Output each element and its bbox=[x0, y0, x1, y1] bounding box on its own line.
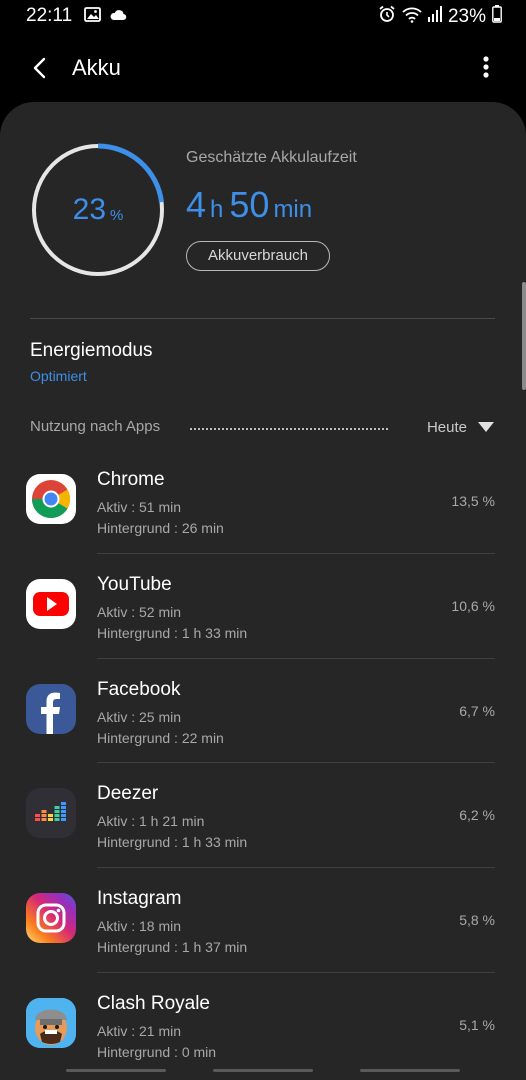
period-dropdown[interactable]: Heute bbox=[427, 415, 495, 439]
battery-level-text: 23 % bbox=[30, 142, 166, 278]
app-active-time: Aktiv : 25 min bbox=[97, 708, 182, 725]
page-title: Akku bbox=[72, 55, 121, 80]
youtube-icon bbox=[26, 578, 76, 629]
app-row-clash-royale[interactable]: Clash Royale Aktiv : 21 min Hintergrund … bbox=[0, 973, 526, 1078]
app-usage-list: Chrome Aktiv : 51 min Hintergrund : 26 m… bbox=[0, 449, 526, 1078]
app-bar: Akku bbox=[0, 40, 526, 96]
app-row-deezer[interactable]: Deezer Aktiv : 1 h 21 min Hintergrund : … bbox=[0, 763, 526, 869]
estimate-minutes-unit: min bbox=[273, 196, 313, 223]
signal-icon bbox=[427, 6, 442, 27]
status-time: 22:11 bbox=[26, 5, 73, 26]
image-icon bbox=[84, 6, 101, 28]
app-row-chrome[interactable]: Chrome Aktiv : 51 min Hintergrund : 26 m… bbox=[0, 449, 526, 554]
battery-usage-button[interactable]: Akkuverbrauch bbox=[186, 241, 330, 271]
energy-mode-title: Energiemodus bbox=[30, 340, 153, 361]
app-usage-percent: 13,5 % bbox=[451, 493, 495, 509]
divider bbox=[30, 318, 495, 319]
app-background-time: Hintergrund : 26 min bbox=[97, 520, 224, 536]
app-active-time: Aktiv : 21 min bbox=[97, 1022, 182, 1039]
battery-level-value: 23 bbox=[72, 193, 107, 226]
estimated-runtime: 4 h 50 min bbox=[186, 184, 312, 226]
app-row-facebook[interactable]: Facebook Aktiv : 25 min Hintergrund : 22… bbox=[0, 659, 526, 764]
app-active-time: Aktiv : 52 min bbox=[97, 603, 182, 620]
usage-header: Nutzung nach Apps Heute bbox=[30, 415, 495, 439]
usage-by-apps-label: Nutzung nach Apps bbox=[30, 418, 161, 435]
app-active-time: Aktiv : 18 min bbox=[97, 918, 182, 935]
app-name: Facebook bbox=[97, 678, 181, 700]
app-active-time: Aktiv : 51 min bbox=[97, 499, 182, 515]
app-background-time: Hintergrund : 1 h 33 min bbox=[97, 834, 248, 851]
nav-hint-line bbox=[360, 1069, 460, 1072]
app-row-youtube[interactable]: YouTube Aktiv : 52 min Hintergrund : 1 h… bbox=[0, 554, 526, 659]
app-background-time: Hintergrund : 22 min bbox=[97, 729, 224, 746]
chrome-icon bbox=[26, 474, 76, 524]
alarm-icon bbox=[378, 5, 396, 28]
app-usage-percent: 6,2 % bbox=[459, 807, 495, 824]
nav-hint-line bbox=[213, 1069, 313, 1072]
facebook-icon bbox=[26, 683, 76, 734]
energy-mode-value: Optimiert bbox=[30, 368, 87, 384]
app-background-time: Hintergrund : 1 h 33 min bbox=[97, 624, 248, 641]
navigation-hint-bar bbox=[0, 1066, 526, 1080]
battery-icon bbox=[492, 5, 502, 28]
instagram-icon bbox=[26, 893, 76, 944]
cloud-icon bbox=[109, 6, 127, 28]
app-background-time: Hintergrund : 1 h 37 min bbox=[97, 939, 248, 956]
estimate-label: Geschätzte Akkulaufzeit bbox=[186, 149, 357, 166]
battery-level-unit: % bbox=[110, 206, 124, 224]
wifi-icon bbox=[402, 6, 422, 28]
back-arrow-icon bbox=[33, 57, 46, 79]
app-name: Deezer bbox=[97, 783, 159, 805]
app-name: Instagram bbox=[97, 888, 182, 910]
more-options-button[interactable] bbox=[476, 52, 496, 84]
app-usage-percent: 5,8 % bbox=[459, 912, 495, 929]
scrollbar[interactable] bbox=[522, 282, 526, 390]
app-name: Clash Royale bbox=[97, 992, 210, 1014]
app-row-instagram[interactable]: Instagram Aktiv : 18 min Hintergrund : 1… bbox=[0, 868, 526, 973]
app-background-time: Hintergrund : 0 min bbox=[97, 1043, 217, 1060]
status-bar: 22:11 23% bbox=[0, 0, 526, 32]
app-usage-percent: 6,7 % bbox=[459, 702, 495, 719]
dropdown-triangle-icon bbox=[478, 422, 494, 432]
dotted-separator bbox=[190, 428, 388, 430]
app-active-time: Aktiv : 1 h 21 min bbox=[97, 813, 205, 830]
estimate-hours: 4 bbox=[186, 184, 207, 225]
estimate-minutes: 50 bbox=[229, 184, 270, 225]
energy-mode-item[interactable]: Energiemodus Optimiert bbox=[30, 340, 153, 384]
estimate-hours-unit: h bbox=[210, 196, 224, 223]
clash-royale-icon bbox=[26, 997, 76, 1048]
status-battery-percent: 23% bbox=[447, 5, 486, 27]
app-usage-percent: 5,1 % bbox=[459, 1016, 495, 1033]
deezer-icon bbox=[26, 788, 76, 839]
back-button[interactable] bbox=[24, 52, 56, 84]
app-name: Chrome bbox=[97, 469, 165, 490]
more-vert-icon bbox=[483, 56, 489, 78]
battery-card: 23 % Geschätzte Akkulaufzeit 4 h 50 min Akk… bbox=[0, 102, 526, 1080]
period-label: Heute bbox=[426, 418, 467, 436]
nav-hint-line bbox=[66, 1069, 166, 1072]
app-name: YouTube bbox=[97, 573, 172, 595]
app-usage-percent: 10,6 % bbox=[451, 597, 495, 614]
